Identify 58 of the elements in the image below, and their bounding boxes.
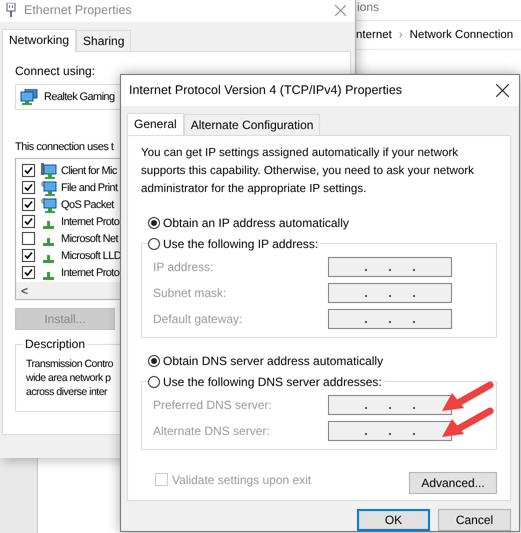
group-title: Description bbox=[23, 337, 88, 351]
window-title: ions bbox=[357, 0, 380, 14]
protocol-icon bbox=[43, 272, 54, 280]
component-name[interactable]: File and Print bbox=[61, 182, 118, 194]
field-label: Alternate DNS server: bbox=[153, 424, 271, 438]
radio-option[interactable]: Obtain DNS server address automatically bbox=[148, 352, 386, 369]
radio-option[interactable]: Use the following IP address: bbox=[148, 236, 320, 252]
close-icon[interactable] bbox=[496, 84, 509, 97]
tab[interactable]: Networking bbox=[2, 29, 76, 52]
checkbox[interactable] bbox=[22, 198, 35, 211]
intro-text: You can get IP settings assigned automatically if your network supports this capability. Otherwise, you need to ask your network administrator for the appropriate IP settings. bbox=[141, 144, 475, 197]
monitor-icon bbox=[41, 162, 57, 178]
component-name[interactable]: Internet Proto bbox=[61, 216, 120, 228]
field-label: This connection uses t bbox=[15, 141, 114, 153]
tab[interactable]: General bbox=[127, 112, 184, 136]
field-label: Preferred DNS server: bbox=[153, 398, 273, 412]
breadcrumb-item[interactable]: nternet bbox=[356, 29, 392, 41]
checkbox[interactable] bbox=[22, 266, 35, 279]
ip-address-field[interactable] bbox=[328, 308, 452, 329]
window-title: Internet Protocol Version 4 (TCP/IPv4) Properties bbox=[129, 83, 402, 98]
checkbox[interactable] bbox=[22, 249, 35, 262]
breadcrumb-separator: › bbox=[398, 29, 403, 41]
description-line: across diverse inter bbox=[26, 385, 108, 399]
tab[interactable]: Alternate Configuration bbox=[184, 114, 320, 135]
component-name[interactable]: Internet Proto bbox=[61, 266, 120, 278]
ip-address-field[interactable] bbox=[328, 394, 452, 415]
monitor-gear-icon bbox=[41, 196, 57, 212]
description-line: wide area network p bbox=[26, 371, 110, 385]
ethernet-plug-icon bbox=[6, 3, 16, 17]
checkbox[interactable] bbox=[22, 181, 35, 194]
ip-address-field[interactable] bbox=[328, 420, 452, 441]
checkbox[interactable] bbox=[22, 164, 35, 177]
monitor-gear-icon bbox=[41, 180, 57, 196]
protocol-icon bbox=[43, 254, 54, 262]
checkbox[interactable] bbox=[22, 215, 35, 228]
window-title: Ethernet Properties bbox=[24, 3, 132, 17]
protocol-icon bbox=[43, 238, 54, 246]
ip-address-field[interactable] bbox=[328, 256, 452, 277]
component-name[interactable]: Microsoft Net bbox=[61, 232, 118, 244]
cancel-button[interactable]: Cancel bbox=[438, 509, 511, 531]
scroll-left-button[interactable]: < bbox=[16, 284, 34, 298]
field-label: Subnet mask: bbox=[153, 286, 228, 300]
advanced-button[interactable]: Advanced... bbox=[409, 472, 497, 494]
breadcrumb-item[interactable]: Network Connection bbox=[410, 29, 514, 41]
field-label: IP address: bbox=[153, 260, 214, 274]
ok-button[interactable]: OK bbox=[357, 509, 430, 531]
description-line: Transmission Contro bbox=[26, 357, 113, 371]
checkbox[interactable] bbox=[22, 232, 35, 245]
radio-option[interactable]: Use the following DNS server addresses: bbox=[148, 374, 384, 390]
tab[interactable]: Sharing bbox=[76, 30, 132, 51]
ip-address-field[interactable] bbox=[328, 282, 452, 303]
component-name[interactable]: Client for Mic bbox=[61, 164, 117, 176]
radio-option[interactable]: Obtain an IP address automatically bbox=[148, 214, 351, 231]
field-label: Connect using: bbox=[15, 64, 96, 78]
network-adapter-icon bbox=[20, 89, 38, 105]
protocol-icon bbox=[43, 220, 54, 228]
component-name[interactable]: QoS Packet bbox=[61, 198, 114, 210]
field-label: Default gateway: bbox=[153, 312, 244, 326]
